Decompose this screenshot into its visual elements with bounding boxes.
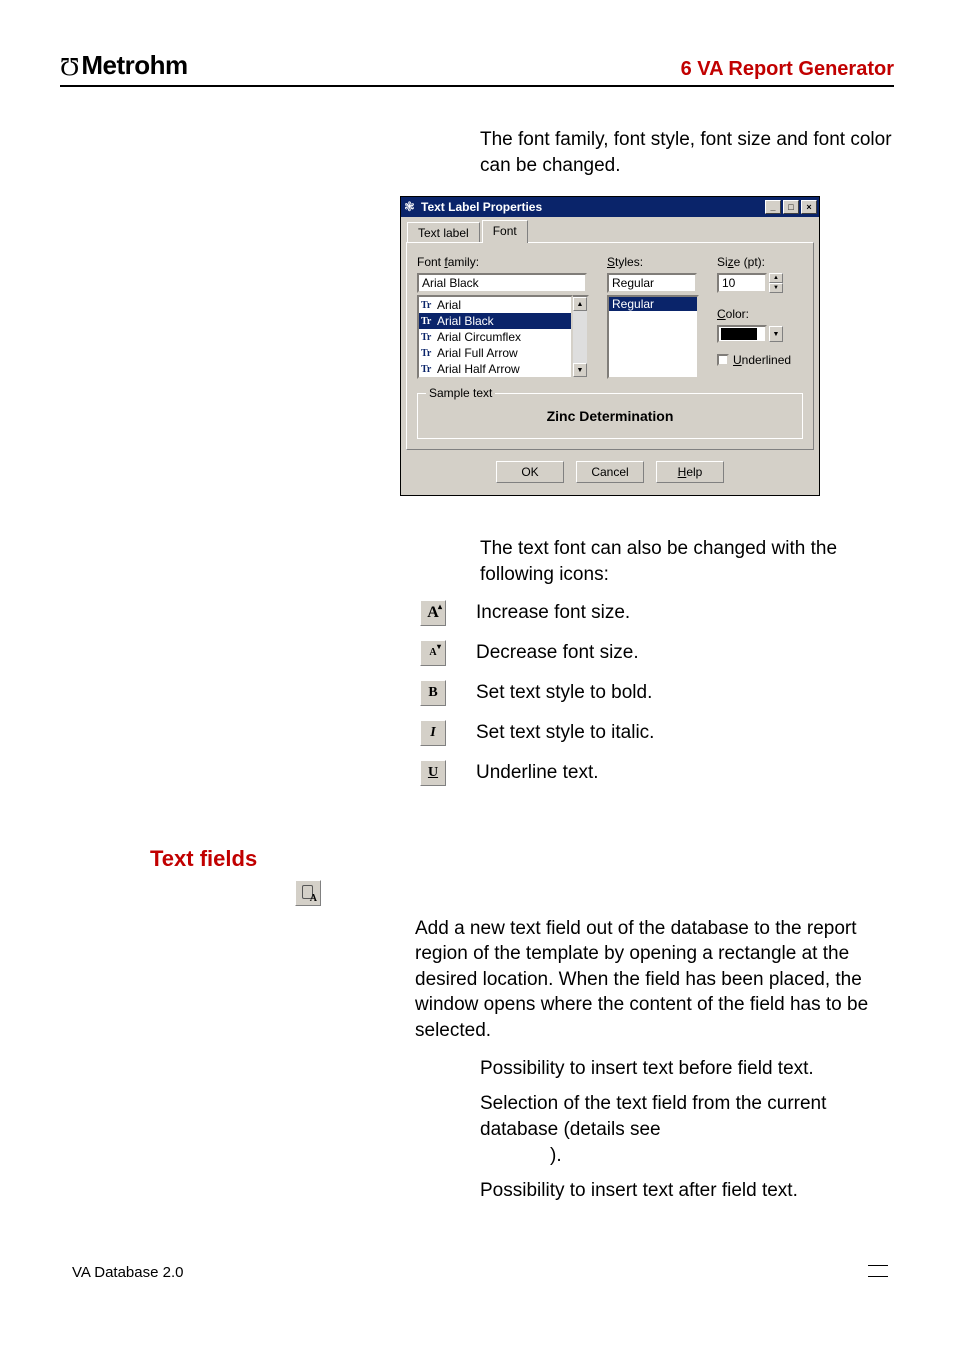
font-item[interactable]: TrArial — [419, 297, 571, 313]
sample-group-title: Sample text — [426, 386, 495, 400]
italic-label: Set text style to italic. — [476, 720, 654, 744]
intro-paragraph-1: The font family, font style, font size a… — [480, 127, 894, 178]
truetype-icon: Tr — [421, 316, 433, 327]
ok-button[interactable]: OK — [496, 461, 564, 483]
font-item[interactable]: TrArial Full Arrow — [419, 345, 571, 361]
scroll-up-button[interactable]: ▲ — [573, 297, 587, 311]
styles-input[interactable]: Regular — [607, 273, 697, 293]
truetype-icon: Tr — [421, 300, 433, 311]
size-color-column: Size (pt): 10 ▲ ▼ Color: ▼ Underlined — [717, 255, 791, 379]
underlined-checkbox[interactable] — [717, 354, 729, 366]
sub-item-selection: Selection of the text field from the cur… — [480, 1091, 894, 1168]
minimize-button[interactable]: _ — [765, 200, 781, 214]
help-button[interactable]: Help — [656, 461, 724, 483]
underline-label: Underline text. — [476, 760, 599, 784]
dialog-titlebar[interactable]: ❃ Text Label Properties _ □ × — [401, 197, 819, 217]
color-swatch[interactable] — [717, 325, 767, 343]
dialog-button-row: OK Cancel Help — [401, 451, 819, 495]
underlined-checkbox-row[interactable]: Underlined — [717, 353, 791, 367]
footer-page-marker — [868, 1265, 888, 1277]
tab-font[interactable]: Font — [482, 220, 528, 243]
text-label-properties-dialog: ❃ Text Label Properties _ □ × Text label… — [400, 196, 820, 496]
close-button[interactable]: × — [801, 200, 817, 214]
increase-font-label: Increase font size. — [476, 600, 630, 624]
color-dropdown-button[interactable]: ▼ — [769, 326, 783, 342]
decrease-font-icon[interactable]: A — [420, 640, 446, 666]
truetype-icon: Tr — [421, 332, 433, 343]
logo-text: Metrohm — [81, 50, 187, 81]
size-spinner[interactable]: ▲ ▼ — [769, 273, 783, 293]
sample-text-group: Sample text Zinc Determination — [417, 393, 803, 439]
icon-description-list: A Increase font size. A Decrease font si… — [420, 600, 894, 786]
footer-left: VA Database 2.0 — [72, 1264, 183, 1281]
font-family-label: Font family: — [417, 255, 589, 269]
font-item[interactable]: TrArial Half Arrow — [419, 361, 571, 377]
font-item[interactable]: TrArial Circumflex — [419, 329, 571, 345]
font-family-input[interactable]: Arial Black — [417, 273, 587, 293]
truetype-icon: Tr — [421, 348, 433, 359]
italic-icon[interactable]: I — [420, 720, 446, 746]
page-footer: VA Database 2.0 — [60, 1264, 894, 1281]
decrease-font-label: Decrease font size. — [476, 640, 639, 664]
bold-icon[interactable]: B — [420, 680, 446, 706]
styles-column: Styles: Regular Regular — [607, 255, 699, 379]
page-header: Ω Metrohm 6 VA Report Generator — [60, 50, 894, 87]
style-item[interactable]: Regular — [609, 297, 697, 311]
text-field-tool-row — [295, 880, 894, 906]
truetype-icon: Tr — [421, 364, 433, 375]
font-family-listbox[interactable]: TrArial TrArial Black TrArial Circumflex… — [417, 295, 589, 379]
underlined-label: Underlined — [733, 353, 791, 367]
chapter-title: 6 VA Report Generator — [681, 58, 894, 81]
text-field-tool-icon[interactable] — [295, 880, 321, 906]
text-fields-paragraph: Add a new text field out of the database… — [415, 916, 894, 1044]
styles-listbox[interactable]: Regular — [607, 295, 699, 379]
dialog-title: Text Label Properties — [421, 200, 763, 214]
styles-label: Styles: — [607, 255, 699, 269]
maximize-button[interactable]: □ — [783, 200, 799, 214]
font-tab-panel: Font family: Arial Black TrArial TrArial… — [406, 242, 814, 450]
size-label: Size (pt): — [717, 255, 791, 269]
size-input[interactable]: 10 — [717, 273, 767, 293]
sub-item-before-text: Possibility to insert text before field … — [480, 1056, 894, 1082]
color-label: Color: — [717, 307, 791, 321]
increase-font-icon[interactable]: A — [420, 600, 446, 626]
list-scrollbar[interactable]: ▲ ▼ — [573, 295, 589, 379]
spin-down-button[interactable]: ▼ — [769, 283, 783, 293]
tab-row: Text label Font — [401, 217, 819, 243]
section-heading-text-fields: Text fields — [150, 846, 894, 872]
scroll-down-button[interactable]: ▼ — [573, 363, 587, 377]
cancel-button[interactable]: Cancel — [576, 461, 644, 483]
font-family-column: Font family: Arial Black TrArial TrArial… — [417, 255, 589, 379]
sample-text: Zinc Determination — [426, 408, 794, 424]
bold-label: Set text style to bold. — [476, 680, 652, 704]
color-current — [721, 328, 757, 340]
tab-text-label[interactable]: Text label — [407, 222, 480, 243]
font-item[interactable]: TrArial Black — [419, 313, 571, 329]
sub-item-after-text: Possibility to insert text after field t… — [480, 1178, 894, 1204]
underline-icon[interactable]: U — [420, 760, 446, 786]
logo-omega-icon: Ω — [60, 51, 79, 81]
dialog-app-icon: ❃ — [404, 199, 418, 215]
intro-paragraph-2: The text font can also be changed with t… — [480, 536, 894, 587]
logo: Ω Metrohm — [60, 50, 188, 81]
spin-up-button[interactable]: ▲ — [769, 273, 783, 283]
